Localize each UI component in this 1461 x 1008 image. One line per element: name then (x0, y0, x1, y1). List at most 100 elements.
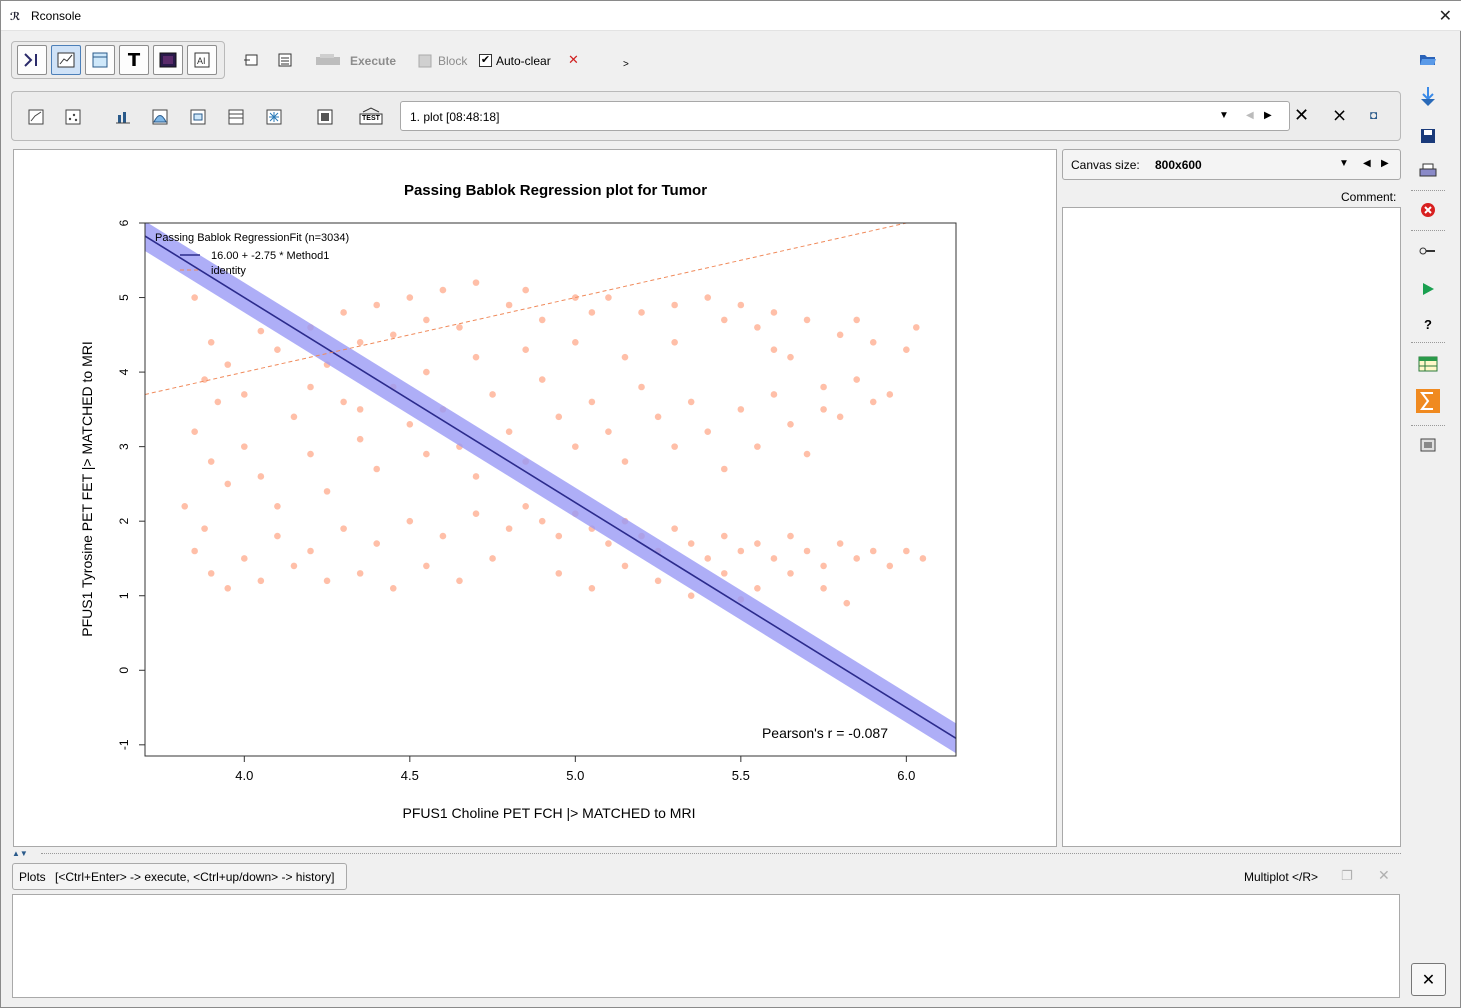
data-point (820, 584, 827, 592)
ai-mode-button[interactable]: AI (187, 45, 217, 75)
image-mode-button[interactable] (153, 45, 183, 75)
text-mode-button[interactable]: T (119, 45, 149, 75)
copy-icon[interactable]: ❐ (1341, 868, 1353, 884)
block-button[interactable]: Block (415, 51, 471, 71)
data-point (687, 592, 695, 600)
canvas-size-value[interactable]: 800x600 (1155, 158, 1202, 172)
canvas-dropdown-icon[interactable]: ▼ (1339, 158, 1349, 169)
hardware-button[interactable] (1415, 432, 1441, 458)
data-point (340, 398, 347, 406)
fit-window-button[interactable] (314, 106, 336, 128)
data-point (340, 309, 347, 316)
toolbar-overflow-button[interactable]: > (623, 59, 629, 70)
multiplot-label[interactable]: Multiplot </R> (1244, 870, 1318, 884)
data-point (687, 398, 695, 406)
plot-icon (57, 52, 75, 68)
data-point (274, 532, 281, 540)
clear-console-icon[interactable]: ✕ (1378, 867, 1390, 884)
sum-button[interactable] (1415, 388, 1441, 414)
plot-settings-icon[interactable]: ◘ (1370, 108, 1377, 122)
run-button[interactable] (1415, 276, 1441, 302)
x-tick-label: 6.0 (897, 768, 915, 783)
autoclear-checkbox[interactable]: ✔ Auto-clear (478, 52, 558, 70)
data-point (671, 525, 678, 532)
console-mode-button[interactable] (17, 45, 47, 75)
spreadsheet-icon (1418, 356, 1438, 372)
sidebar-separator (1411, 425, 1445, 426)
data-point (638, 309, 645, 316)
plot-mode-button[interactable] (51, 45, 81, 75)
data-point (555, 532, 563, 540)
previous-plot-icon[interactable]: ◀ (1246, 110, 1254, 121)
data-point (588, 309, 596, 316)
plot-type-star-button[interactable] (263, 106, 285, 128)
next-plot-icon[interactable]: ▶ (1264, 110, 1272, 121)
print-button[interactable] (1415, 158, 1441, 184)
table-mode-button[interactable] (85, 45, 115, 75)
execute-button[interactable]: Execute (314, 51, 404, 71)
stop-red-x-icon (1421, 203, 1435, 217)
stop-button[interactable] (1415, 197, 1441, 223)
load-button[interactable] (1415, 84, 1441, 110)
data-point (456, 324, 463, 331)
remove-plot-icon[interactable]: ✕ (1294, 105, 1309, 126)
data-point (605, 428, 612, 436)
spreadsheet-button[interactable] (1415, 351, 1441, 377)
data-point (754, 443, 761, 450)
comment-textarea[interactable] (1062, 207, 1401, 847)
autoclear-label: Auto-clear (496, 54, 551, 68)
canvas-prev-icon[interactable]: ◀ (1363, 158, 1371, 169)
plot-type-box-button[interactable] (187, 106, 209, 128)
data-point (886, 391, 894, 398)
canvas-next-icon[interactable]: ▶ (1381, 158, 1389, 169)
data-point (737, 301, 745, 309)
save-button[interactable] (1415, 123, 1441, 149)
test-button[interactable]: TEST (358, 106, 384, 128)
remove-all-plots-icon[interactable]: ⨯ (1332, 105, 1347, 126)
data-point (720, 570, 728, 577)
legend-title: Passing Bablok RegressionFit (n=3034) (155, 232, 349, 244)
data-point (389, 331, 397, 339)
open-folder-button[interactable] (1415, 46, 1441, 72)
data-point (207, 458, 215, 465)
data-point (538, 316, 546, 324)
data-point (389, 584, 397, 592)
data-point (869, 547, 877, 555)
data-point (853, 376, 860, 383)
import-button[interactable] (240, 49, 262, 71)
comment-label: Comment: (1341, 190, 1397, 204)
data-point (820, 383, 827, 391)
data-point (671, 301, 678, 309)
console-input[interactable] (12, 894, 1400, 998)
x-axis-label: PFUS1 Choline PET FCH |> MATCHED to MRI (403, 805, 696, 821)
dropdown-arrow-icon: ▼ (1219, 110, 1229, 121)
close-panel-button[interactable]: ✕ (1411, 963, 1446, 996)
plot-type-scatter-button[interactable] (62, 106, 84, 128)
data-point (720, 465, 728, 473)
clear-x-icon[interactable]: ✕ (568, 52, 579, 68)
data-point (638, 383, 645, 391)
help-button[interactable]: ? (1415, 311, 1441, 337)
x-tick-label: 5.0 (566, 768, 584, 783)
canvas-size-bar: Canvas size: 800x600 ▼ ◀ ▶ (1062, 149, 1401, 180)
plot-type-bar-button[interactable] (112, 106, 134, 128)
save-disk-icon (1421, 129, 1435, 143)
sidebar-separator (1411, 230, 1445, 231)
data-point (704, 555, 712, 562)
data-point (621, 562, 629, 570)
bar-plot-icon (116, 112, 130, 124)
splitter[interactable] (41, 853, 1401, 854)
plot-select-combo[interactable]: 1. plot [08:48:18] ▼ ◀ ▶ (400, 101, 1290, 131)
data-point (919, 555, 927, 562)
data-point (423, 450, 430, 458)
window-close-icon[interactable]: ✕ (1439, 6, 1452, 26)
plots-tab[interactable]: Plots [<Ctrl+Enter> -> execute, <Ctrl+up… (12, 863, 347, 890)
list-button[interactable] (274, 49, 296, 71)
plot-type-density-button[interactable] (149, 106, 171, 128)
data-point (214, 398, 222, 406)
splitter-arrows-icon[interactable]: ▲▼ (12, 849, 28, 858)
plot-type-line-button[interactable] (25, 106, 47, 128)
data-point (472, 510, 480, 518)
link-button[interactable] (1415, 238, 1441, 264)
plot-type-table-button[interactable] (225, 106, 247, 128)
